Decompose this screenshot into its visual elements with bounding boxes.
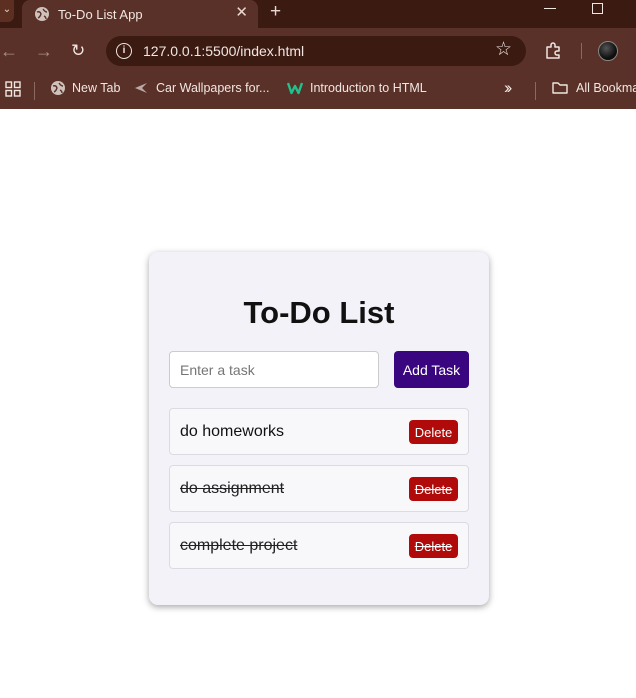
- task-list: do homeworks Delete do assignment Delete…: [169, 408, 469, 579]
- task-input[interactable]: [169, 351, 379, 388]
- address-bar[interactable]: i 127.0.0.1:5500/index.html ☆: [106, 36, 526, 66]
- folder-icon: [552, 82, 568, 94]
- delete-button[interactable]: Delete: [409, 420, 458, 444]
- info-icon[interactable]: i: [116, 43, 132, 59]
- chevron-double-right-icon[interactable]: ››: [504, 78, 513, 98]
- toolbar-divider: [581, 43, 582, 59]
- browser-tabstrip: ⌄ To-Do List App ✕ +: [0, 0, 636, 28]
- bookmarks-bar: New Tab Car Wallpapers for... Introducti…: [0, 74, 636, 109]
- apps-grid-icon[interactable]: [5, 81, 21, 97]
- new-tab-button[interactable]: +: [270, 1, 281, 23]
- maximize-button[interactable]: [592, 3, 603, 14]
- tab-search-button[interactable]: ⌄: [0, 0, 14, 22]
- profile-avatar-icon[interactable]: [598, 41, 618, 61]
- task-item[interactable]: do homeworks Delete: [169, 408, 469, 455]
- page-viewport: To-Do List Add Task do homeworks Delete …: [0, 109, 636, 698]
- task-text[interactable]: do homeworks: [180, 423, 284, 441]
- globe-icon: [51, 81, 65, 95]
- task-item[interactable]: complete project Delete: [169, 522, 469, 569]
- w-logo-icon: [287, 82, 303, 95]
- task-text[interactable]: do assignment: [180, 480, 284, 498]
- star-icon[interactable]: ☆: [495, 39, 512, 61]
- forward-arrow-icon[interactable]: →: [35, 28, 53, 74]
- bookmark-intro-html[interactable]: Introduction to HTML: [310, 74, 427, 103]
- task-text[interactable]: complete project: [180, 537, 297, 555]
- bookmark-new-tab[interactable]: New Tab: [72, 74, 120, 103]
- url-text[interactable]: 127.0.0.1:5500/index.html: [143, 43, 304, 59]
- todo-card: To-Do List Add Task do homeworks Delete …: [149, 252, 489, 605]
- bookmarks-divider: [34, 82, 35, 100]
- browser-toolbar: ← → ↻ i 127.0.0.1:5500/index.html ☆: [0, 28, 636, 74]
- tab-title: To-Do List App: [58, 7, 143, 22]
- close-icon[interactable]: ✕: [235, 4, 248, 22]
- globe-icon: [35, 7, 49, 21]
- page-title: To-Do List: [243, 295, 395, 330]
- extensions-icon[interactable]: [544, 40, 564, 60]
- back-arrow-icon[interactable]: ←: [0, 28, 18, 74]
- reload-icon[interactable]: ↻: [71, 28, 85, 74]
- add-task-button[interactable]: Add Task: [394, 351, 469, 388]
- delete-button[interactable]: Delete: [409, 477, 458, 501]
- bookmark-car-wallpapers[interactable]: Car Wallpapers for...: [156, 74, 269, 103]
- arrow-logo-icon: [135, 83, 147, 93]
- task-item[interactable]: do assignment Delete: [169, 465, 469, 512]
- minimize-button[interactable]: [544, 8, 556, 9]
- browser-tab[interactable]: To-Do List App ✕: [22, 0, 258, 28]
- delete-button[interactable]: Delete: [409, 534, 458, 558]
- bookmark-all-bookmarks[interactable]: All Bookmarks: [576, 74, 636, 103]
- bookmarks-divider: [535, 82, 536, 100]
